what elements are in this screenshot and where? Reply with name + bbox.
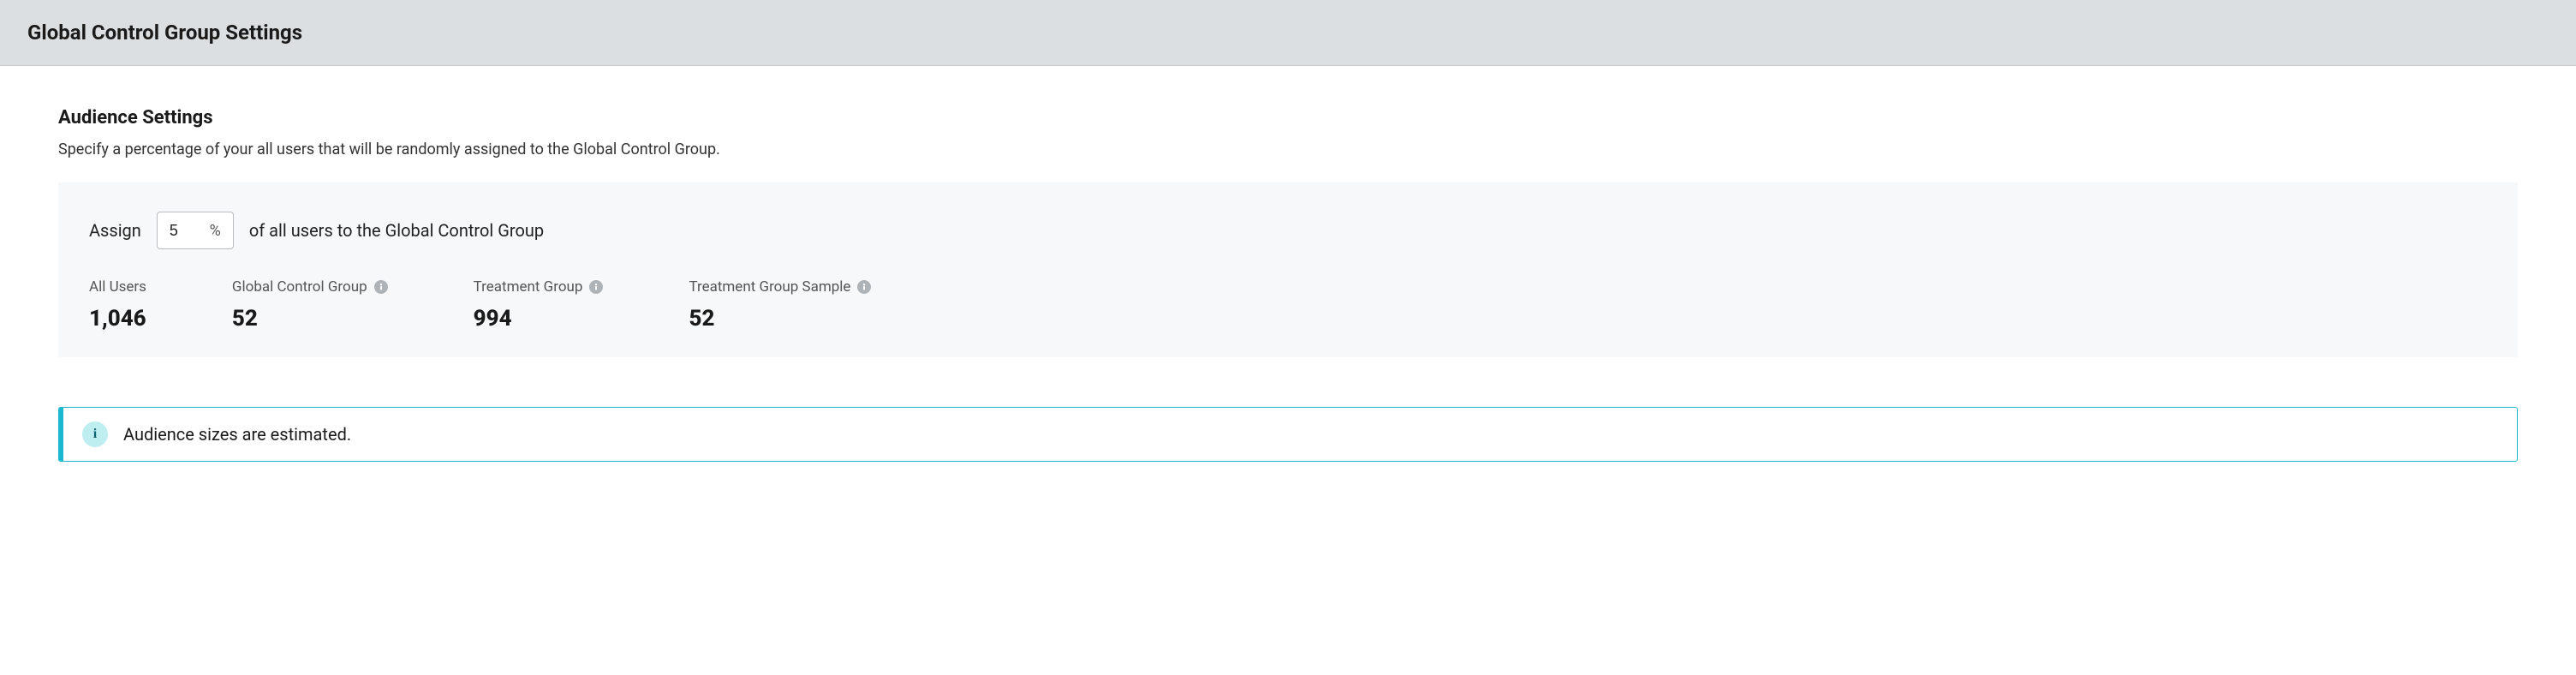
- stat-label: Global Control Group: [232, 278, 367, 296]
- info-glyph: i: [93, 427, 97, 442]
- info-icon: i: [82, 421, 108, 447]
- stat-treatment-group-sample: Treatment Group Sample 52: [689, 278, 871, 332]
- assign-suffix-label: of all users to the Global Control Group: [249, 220, 544, 241]
- stat-value: 52: [689, 306, 871, 332]
- page-title: Global Control Group Settings: [27, 21, 2549, 45]
- alert-text: Audience sizes are estimated.: [123, 424, 351, 445]
- stat-value: 1,046: [89, 306, 146, 332]
- section-title: Audience Settings: [58, 107, 2518, 128]
- header-bar: Global Control Group Settings: [0, 0, 2576, 66]
- stat-value: 52: [232, 306, 388, 332]
- info-icon[interactable]: [589, 280, 603, 294]
- stat-value: 994: [474, 306, 604, 332]
- percent-sign: %: [210, 222, 221, 240]
- stat-label: Treatment Group: [474, 278, 583, 296]
- info-icon[interactable]: [857, 280, 871, 294]
- stat-label: All Users: [89, 278, 146, 296]
- assign-row: Assign % of all users to the Global Cont…: [89, 212, 2487, 249]
- content: Audience Settings Specify a percentage o…: [0, 66, 2576, 378]
- stat-label-row: Treatment Group Sample: [689, 278, 871, 296]
- stat-label-row: Treatment Group: [474, 278, 604, 296]
- audience-panel: Assign % of all users to the Global Cont…: [58, 182, 2518, 357]
- assign-prefix-label: Assign: [89, 220, 141, 241]
- stat-global-control-group: Global Control Group 52: [232, 278, 388, 332]
- stat-all-users: All Users 1,046: [89, 278, 146, 332]
- info-icon[interactable]: [374, 280, 388, 294]
- section-description: Specify a percentage of your all users t…: [58, 140, 2518, 158]
- stats-row: All Users 1,046 Global Control Group 52 …: [89, 278, 2487, 332]
- stat-label: Treatment Group Sample: [689, 278, 850, 296]
- info-alert: i Audience sizes are estimated.: [58, 407, 2518, 462]
- stat-label-row: All Users: [89, 278, 146, 296]
- percentage-input[interactable]: [170, 222, 195, 240]
- percentage-input-wrap[interactable]: %: [157, 212, 234, 249]
- stat-treatment-group: Treatment Group 994: [474, 278, 604, 332]
- stat-label-row: Global Control Group: [232, 278, 388, 296]
